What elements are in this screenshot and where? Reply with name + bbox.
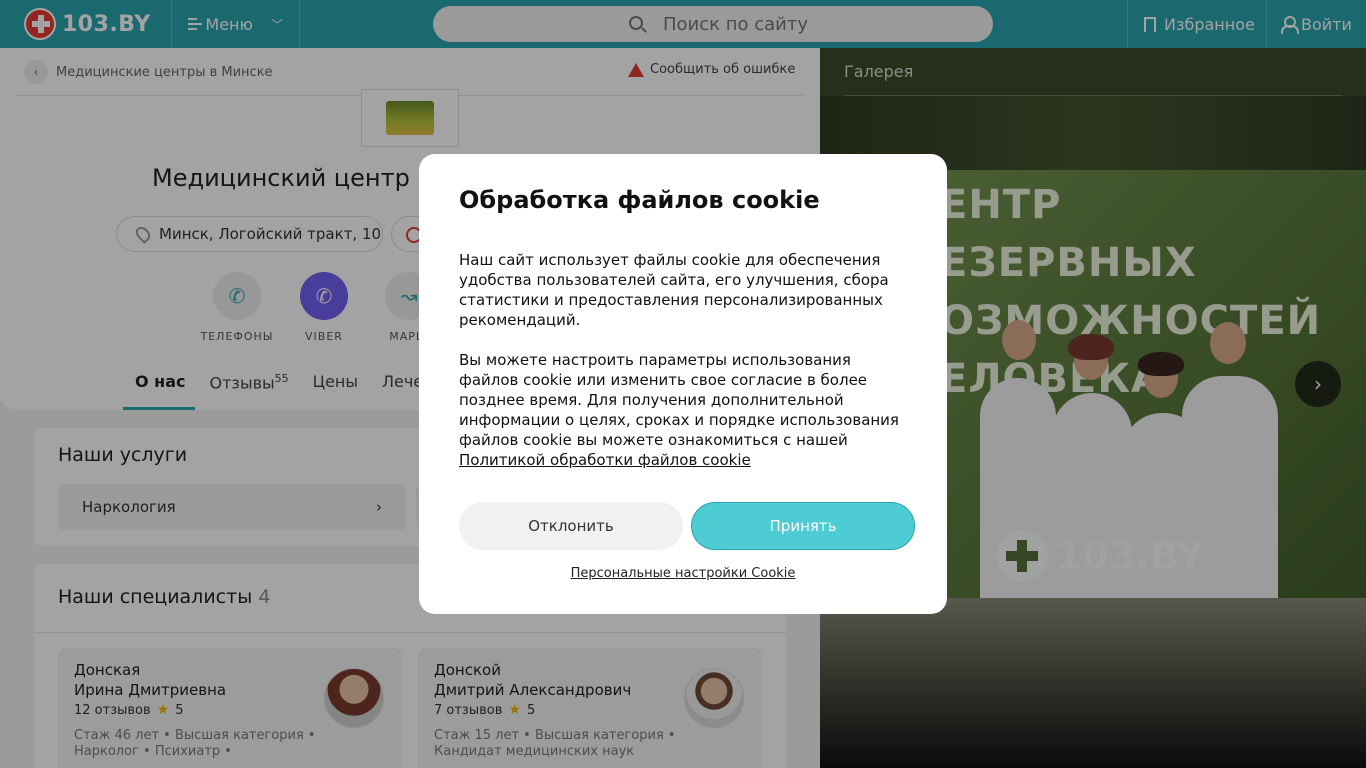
cookie-paragraph: Вы можете настроить параметры использова… <box>459 350 915 470</box>
decline-button[interactable]: Отклонить <box>459 502 683 550</box>
cookie-paragraph: Наш сайт использует файлы cookie для обе… <box>459 251 889 329</box>
cookie-settings-link[interactable]: Персональные настройки Cookie <box>419 566 947 581</box>
cookie-dialog-title: Обработка файлов cookie <box>459 186 820 214</box>
cookie-policy-link[interactable]: Политикой обработки файлов cookie <box>459 451 751 469</box>
cookie-paragraph-text: Вы можете настроить параметры использова… <box>459 351 899 449</box>
cookie-dialog-text: Наш сайт использует файлы cookie для обе… <box>459 250 915 470</box>
cookie-dialog: Обработка файлов cookie Наш сайт использ… <box>419 154 947 614</box>
accept-button[interactable]: Принять <box>691 502 915 550</box>
